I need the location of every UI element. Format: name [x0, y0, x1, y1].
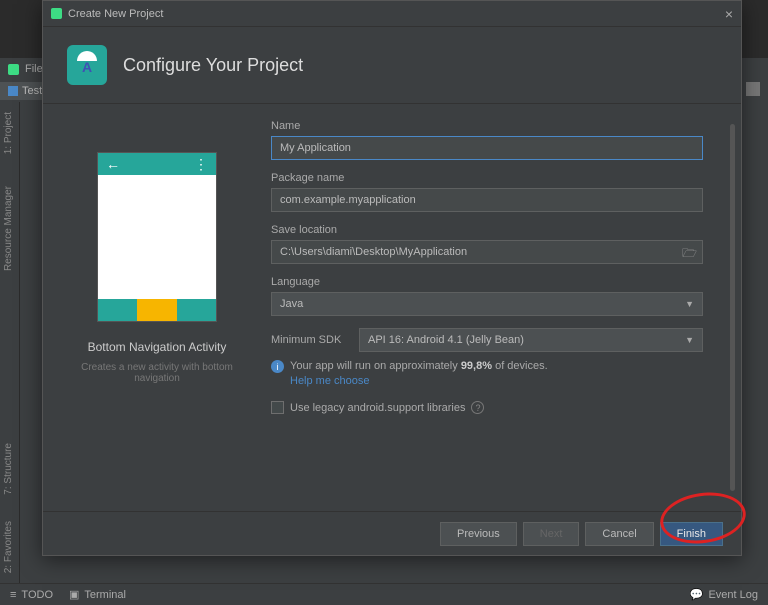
status-eventlog[interactable]: 💬Event Log [690, 588, 758, 601]
android-icon [8, 64, 19, 75]
minsdk-label: Minimum SDK [271, 334, 351, 346]
toolwindow-favorites[interactable]: 2: Favorites [0, 515, 17, 579]
close-icon[interactable]: × [725, 6, 733, 22]
template-description: Creates a new activity with bottom navig… [67, 362, 247, 384]
info-icon: i [271, 360, 284, 373]
previous-button[interactable]: Previous [440, 522, 517, 546]
legacy-support-label: Use legacy android.support libraries [290, 402, 465, 414]
template-preview: ← ⋮ [97, 152, 217, 322]
device-coverage-text: Your app will run on approximately 99,8%… [290, 360, 548, 373]
save-location-input[interactable] [271, 240, 703, 264]
status-terminal[interactable]: ▣Terminal [69, 588, 126, 601]
overflow-icon: ⋮ [194, 156, 208, 173]
toolwindow-resmgr[interactable]: Resource Manager [0, 180, 17, 277]
help-me-choose-link[interactable]: Help me choose [290, 375, 703, 387]
toolwindow-project[interactable]: 1: Project [0, 106, 17, 160]
user-icon[interactable] [746, 82, 760, 96]
minsdk-value: API 16: Android 4.1 (Jelly Bean) [368, 334, 524, 346]
dialog-header: Configure Your Project [43, 27, 741, 103]
browse-folder-icon[interactable]: 🗁 [682, 244, 697, 265]
android-studio-icon [67, 45, 107, 85]
menu-file[interactable]: File [25, 63, 43, 75]
status-todo[interactable]: ≡TODO [10, 588, 53, 601]
dialog-heading: Configure Your Project [123, 55, 303, 76]
language-select[interactable]: Java ▼ [271, 292, 703, 316]
dialog-titlebar: Create New Project × [43, 1, 741, 27]
chevron-down-icon: ▼ [685, 299, 694, 309]
scrollbar[interactable] [730, 124, 735, 491]
name-input[interactable] [271, 136, 703, 160]
language-label: Language [271, 276, 703, 288]
save-location-label: Save location [271, 224, 703, 236]
file-icon [8, 86, 18, 96]
status-bar: ≡TODO ▣Terminal 💬Event Log [0, 583, 768, 605]
help-icon[interactable]: ? [471, 401, 484, 414]
name-label: Name [271, 120, 703, 132]
toolwindow-structure[interactable]: 7: Structure [0, 437, 17, 501]
tab-label: Test [22, 85, 42, 97]
dialog-window-title: Create New Project [68, 8, 163, 20]
dialog-button-bar: Previous Next Cancel Finish [43, 511, 741, 555]
back-arrow-icon: ← [106, 156, 120, 172]
legacy-support-checkbox[interactable] [271, 401, 284, 414]
cancel-button[interactable]: Cancel [585, 522, 653, 546]
package-label: Package name [271, 172, 703, 184]
new-project-dialog: Create New Project × Configure Your Proj… [42, 0, 742, 556]
android-icon [51, 8, 62, 19]
package-input[interactable] [271, 188, 703, 212]
minsdk-select[interactable]: API 16: Android 4.1 (Jelly Bean) ▼ [359, 328, 703, 352]
template-name: Bottom Navigation Activity [88, 340, 227, 354]
language-value: Java [280, 298, 303, 310]
chevron-down-icon: ▼ [685, 335, 694, 345]
next-button: Next [523, 522, 580, 546]
finish-button[interactable]: Finish [660, 522, 723, 546]
